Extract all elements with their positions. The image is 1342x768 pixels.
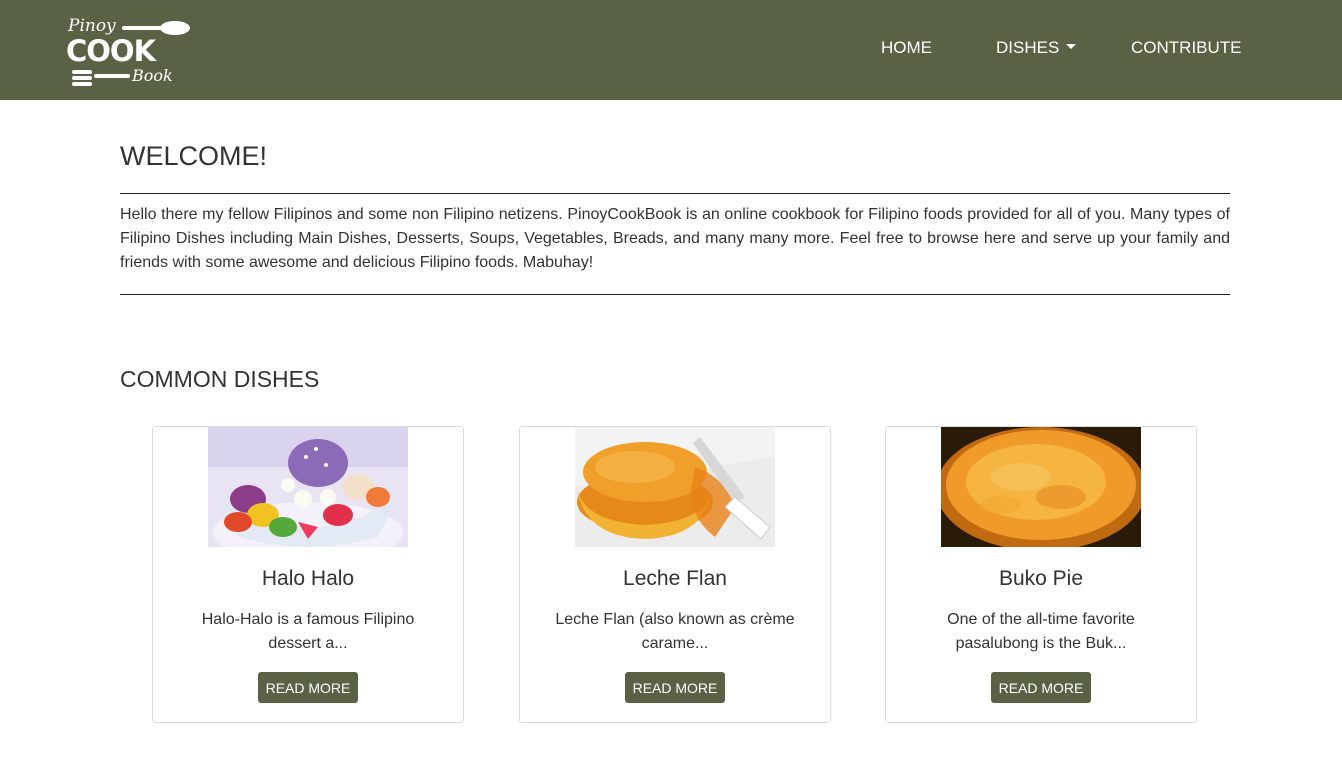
read-more-button[interactable]: READ MORE [258,672,358,703]
logo-text-main: COOK [66,34,156,68]
logo-line-decoration [72,82,92,86]
buko-pie-image [941,427,1141,547]
welcome-text: Hello there my fellow Filipinos and some… [120,206,1230,271]
nav-dishes-label: DISHES [996,38,1060,57]
leche-flan-image [575,427,775,547]
logo-line-decoration [72,70,92,74]
dish-title: Leche Flan [623,567,727,590]
nav-contribute-link[interactable]: CONTRIBUTE [1131,38,1242,58]
logo-line-decoration [94,74,130,78]
dish-excerpt: One of the all-time favorite pasalubong … [947,611,1135,652]
dish-excerpt: Halo-Halo is a famous Filipino dessert a… [201,611,415,652]
divider [120,193,1230,194]
dish-card-leche-flan: Leche Flan Leche Flan (also known as crè… [519,426,831,723]
logo-text-top: Pinoy [68,16,116,36]
common-dishes-title: COMMON DISHES [120,366,320,392]
dish-title: Buko Pie [998,567,1084,590]
logo-text-bottom: Book [132,66,173,85]
logo-line-decoration [72,76,92,80]
dish-card-halo-halo: Halo Halo Halo-Halo is a famous Filipino… [152,426,464,723]
welcome-title: WELCOME! [120,141,268,171]
nav-home-link[interactable]: HOME [881,38,932,58]
read-more-button[interactable]: READ MORE [991,672,1091,703]
spoon-icon [160,21,190,35]
halo-halo-image [208,427,408,547]
caret-down-icon [1066,44,1077,50]
navbar: Pinoy COOK Book HOME DISHES CONTRIBUTE [0,0,1342,100]
spoon-icon-handle [122,26,162,30]
nav-dishes-dropdown[interactable]: DISHES [996,38,1077,58]
brand-logo[interactable]: Pinoy COOK Book [64,14,194,88]
read-more-button[interactable]: READ MORE [625,672,725,703]
dish-title: Halo Halo [261,567,355,590]
dish-card-buko-pie: Buko Pie One of the all-time favorite pa… [885,426,1197,723]
divider [120,294,1230,295]
dish-excerpt: Leche Flan (also known as crème carame..… [555,611,795,652]
